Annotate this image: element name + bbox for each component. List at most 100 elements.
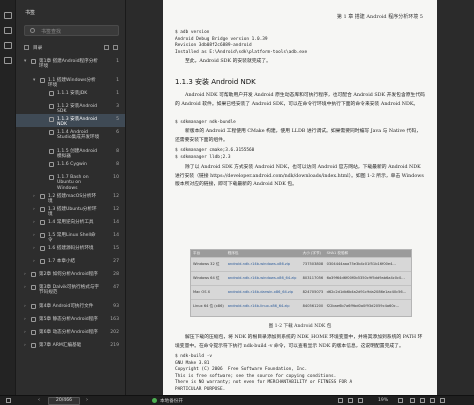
table-cell: 803117056 (300, 270, 325, 285)
table-cell[interactable]: android-ndk-r14b-darwin-x86_64.zip (225, 284, 301, 299)
search-icon (30, 28, 35, 33)
toc-item-page: 93 (113, 304, 119, 309)
toc-item-page: 3 (116, 104, 119, 109)
next-page-button[interactable]: › (86, 397, 88, 403)
toc-item[interactable]: › 1.6 搭建源码分析环境 15 (16, 243, 125, 256)
search-panel-icon[interactable] (3, 57, 12, 64)
toc-item[interactable]: 1.1.3 安装Android NDK 5 (16, 114, 125, 127)
table-cell[interactable]: android-ndk-r14b-linux-x86_64.zip (225, 298, 301, 313)
toc-item[interactable]: 1.1.2 安装Android SDK 3 (16, 101, 125, 114)
chevron-right-icon[interactable]: › (24, 343, 26, 348)
chevron-right-icon[interactable]: › (33, 246, 35, 251)
annotation-panel-icon[interactable] (3, 42, 12, 49)
vertical-scrollbar[interactable] (468, 0, 474, 395)
chevron-right-icon[interactable]: › (33, 207, 35, 212)
table-row: Windows 32 位 android-ndk-r14b-windows-x86… (191, 256, 411, 271)
toc-item[interactable]: 1.1.6 Cygwin 8 (16, 159, 125, 172)
figure-caption: 图 1-2 下载 Android NDK 包 (268, 324, 332, 329)
toc-item[interactable]: › 第7章 ARM汇编基础 219 (16, 340, 125, 353)
toc-item-page: 1 (116, 78, 119, 83)
code-line: There is NO warranty; not even for MERCH… (175, 380, 353, 386)
rotate-icon[interactable] (430, 398, 435, 403)
toc-item[interactable]: 1.1.7 Bash on Ubuntu on Windows 10 (16, 172, 125, 191)
code-line: $ ndk-build -v (175, 354, 213, 359)
chevron-right-icon[interactable]: › (33, 233, 35, 238)
sidebar-toggle-icon[interactable] (6, 398, 11, 403)
zoom-level[interactable]: 19% (378, 398, 388, 403)
bookmark-icon (31, 330, 36, 335)
chevron-right-icon[interactable]: › (24, 285, 26, 290)
toc-item-page: 5 (116, 117, 119, 122)
chevron-right-icon[interactable]: › (24, 317, 26, 322)
thumbnail-panel-icon[interactable] (3, 27, 12, 34)
fullscreen-icon[interactable] (440, 398, 445, 403)
toc-item-label: 1.1.6 Cygwin (57, 162, 87, 167)
bookmark-icon (40, 220, 45, 225)
fit-width-icon[interactable] (410, 398, 415, 403)
bookmark-search-input[interactable]: 书签查找 (24, 25, 119, 36)
backup-status-text[interactable]: 本地备份开 (160, 398, 183, 404)
toc-item[interactable]: › 1.4 常用逆向分析工具 14 (16, 217, 125, 230)
toc-item-label: 1.1.4 Android Studio集成开发环境 (57, 130, 100, 141)
bookmark-icon (31, 285, 36, 290)
table-header-cell: 大小 (字节) (300, 250, 325, 257)
bookmark-icon (40, 194, 45, 199)
toc-item[interactable]: › 第3章 Dalvik可执行格式与字节码规范 47 (16, 282, 125, 301)
prev-page-button[interactable]: ‹ (38, 397, 40, 403)
table-header-cell: 程序包 (225, 250, 301, 257)
toc-item[interactable]: › 第2章 如何分析Android程序 28 (16, 269, 125, 282)
running-head: 第 1 章 搭建 Android 程序分析环境 5 (336, 14, 423, 20)
chevron-down-icon[interactable]: ▾ (24, 59, 26, 64)
paragraph-download: 除了以 Android SDK 方式安装 Android NDK，也可以访问 A… (175, 165, 424, 188)
zoom-out-icon[interactable] (358, 398, 363, 403)
chevron-down-icon[interactable]: ▾ (33, 78, 35, 83)
toc-item[interactable]: › 1.3 搭建Ubuntu分析环境 12 (16, 204, 125, 217)
double-page-view-icon[interactable] (348, 398, 353, 403)
code-line: $ sdkmanager cmake;3.6.3155560 (175, 148, 255, 153)
toc-item-page: 163 (110, 317, 119, 322)
toc-item[interactable]: 1.1.4 Android Studio集成开发环境 6 (16, 127, 125, 146)
toc-item[interactable]: › 第5章 静态分析Android程序 163 (16, 314, 125, 327)
chevron-right-icon[interactable]: › (24, 330, 26, 335)
fit-page-icon[interactable] (420, 398, 425, 403)
zoom-in-icon[interactable] (398, 398, 403, 403)
bookmark-icon (40, 246, 45, 251)
table-cell: Mac OS X (191, 284, 226, 299)
code-line: $ adb version (175, 30, 210, 35)
toc-item-page: 1 (116, 91, 119, 96)
toc-item-label: 1.1.7 Bash on Ubuntu on Windows (57, 175, 89, 191)
toc-item[interactable]: › 1.7 本章小结 27 (16, 256, 125, 269)
toc-item[interactable]: › 1.2 搭建macOS分析环境 12 (16, 191, 125, 204)
bookmark-icon (49, 104, 54, 109)
code-line: $ sdkmanager ndk-bundle (175, 120, 236, 125)
chevron-right-icon[interactable]: › (33, 259, 35, 264)
bookmark-icon (49, 117, 54, 122)
chevron-right-icon[interactable]: › (33, 220, 35, 225)
single-page-view-icon[interactable] (338, 398, 343, 403)
expand-all-icon[interactable] (104, 45, 109, 50)
table-cell[interactable]: android-ndk-r14b-windows-x86_64.zip (225, 270, 301, 285)
table-cell: d62c2d1db6b4a2d91c9da2086e1ac40c56... (324, 284, 411, 299)
toc-item[interactable]: 1.1.5 创建Android模拟器 8 (16, 146, 125, 159)
chevron-right-icon[interactable]: › (24, 272, 26, 277)
chevron-right-icon[interactable]: › (33, 194, 35, 199)
bookmark-panel-icon[interactable] (3, 12, 12, 19)
table-cell[interactable]: android-ndk-r14b-windows-x86.zip (225, 256, 301, 271)
collapse-all-icon[interactable] (113, 45, 118, 50)
toc-item[interactable]: 1.1.1 安装JDK 1 (16, 88, 125, 101)
toc-item[interactable]: › 1.5 常用Linux Shell命令 14 (16, 230, 125, 243)
toc-item[interactable]: › 第6章 动态分析Android程序 202 (16, 327, 125, 340)
table-header-cell: SHA1 校验和 (324, 250, 411, 257)
toc-item[interactable]: ▾ 1.1 搭建Windows分析环境 1 (16, 75, 125, 88)
toc-item-page: 8 (116, 149, 119, 154)
bookmark-icon (40, 259, 45, 264)
toc-item-page: 1 (116, 59, 119, 64)
page-number-input[interactable]: 20/466 (48, 397, 80, 405)
toc-item[interactable]: › 第4章 Android可执行文件 93 (16, 301, 125, 314)
chevron-right-icon[interactable]: › (24, 304, 26, 309)
toc-item[interactable]: ▾ 第1章 搭建Android程序分析环境 1 (16, 56, 125, 75)
bookmark-icon (31, 304, 36, 309)
table-row: Mac OS Xandroid-ndk-r14b-darwin-x86_64.z… (191, 284, 411, 299)
code-line: Installed as E:\Android\sdk\platform-too… (175, 49, 308, 55)
toc-item-label: 第6章 动态分析Android程序 (39, 330, 98, 335)
